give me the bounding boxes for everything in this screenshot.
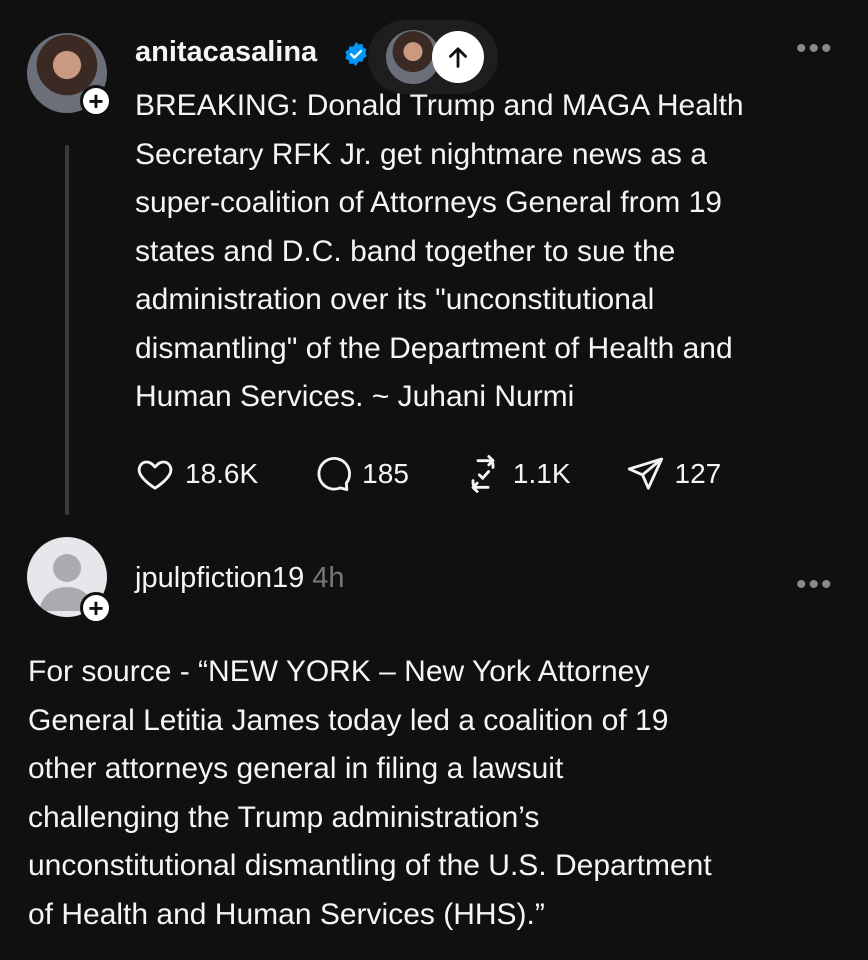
post-jpulpfiction19: + jpulpfiction19 4h ••• For source - “NEW… xyxy=(0,520,868,960)
post-anitacasalina: + anitacasalina ••• BREAKING: Donald Tru… xyxy=(0,0,868,520)
comment-icon xyxy=(317,457,352,492)
send-icon xyxy=(627,457,663,490)
username-text: jpulpfiction19 xyxy=(135,562,305,594)
username[interactable]: anitacasalina xyxy=(135,36,317,69)
heart-icon xyxy=(137,460,173,490)
more-dots-icon[interactable]: ••• xyxy=(796,34,834,64)
follow-plus-icon[interactable]: + xyxy=(80,85,112,117)
like-button[interactable]: 18.6K xyxy=(135,454,258,494)
repost-count: 1.1K xyxy=(512,458,571,489)
share-button[interactable]: 127 xyxy=(625,454,722,494)
thread-line xyxy=(65,145,69,515)
like-count: 18.6K xyxy=(185,458,259,489)
reply-count: 185 xyxy=(362,458,409,489)
arrow-up-icon[interactable] xyxy=(432,31,484,83)
follow-plus-icon[interactable]: + xyxy=(80,592,112,624)
verified-badge-icon xyxy=(345,42,367,66)
username[interactable]: jpulpfiction19 4h xyxy=(135,562,345,595)
repost-button[interactable]: 1.1K xyxy=(463,454,571,494)
share-count: 127 xyxy=(674,458,722,489)
post-body: For source - “NEW YORK – New York Attorn… xyxy=(28,655,712,931)
action-bar: 18.6K 185 1.1K 127 xyxy=(135,452,775,496)
reply-button[interactable]: 185 xyxy=(312,454,409,494)
post-body: BREAKING: Donald Trump and MAGA Health S… xyxy=(135,89,744,413)
timestamp: 4h xyxy=(312,562,345,594)
repost-icon xyxy=(471,455,495,493)
more-dots-icon[interactable]: ••• xyxy=(796,570,834,600)
